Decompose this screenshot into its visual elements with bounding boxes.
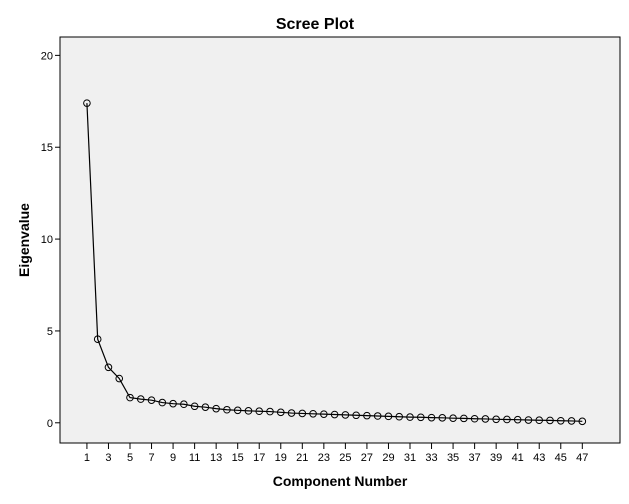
x-tick-label: 27 bbox=[361, 452, 373, 464]
x-axis: 1 3 5 7 9 11 13 15 17 19 21 23 25 27 29 31 33 35 37 39 41 43 4… bbox=[84, 443, 588, 464]
x-tick-label: 3 bbox=[105, 452, 111, 464]
x-tick-label: 37 bbox=[468, 452, 480, 464]
x-axis-label: Component Number bbox=[273, 473, 408, 489]
x-tick-label: 7 bbox=[148, 452, 154, 464]
x-tick-label: 13 bbox=[210, 452, 222, 464]
y-tick-label: 20 bbox=[41, 50, 53, 62]
x-tick-label: 33 bbox=[425, 452, 437, 464]
x-tick-label: 9 bbox=[170, 452, 176, 464]
x-tick-label: 17 bbox=[253, 452, 265, 464]
y-tick-label: 10 bbox=[41, 234, 53, 246]
x-tick-label: 5 bbox=[127, 452, 133, 464]
x-tick-label: 23 bbox=[318, 452, 330, 464]
x-tick-label: 19 bbox=[275, 452, 287, 464]
x-tick-label: 29 bbox=[382, 452, 394, 464]
chart-title: Scree Plot bbox=[276, 16, 355, 33]
x-tick-label: 1 bbox=[84, 452, 90, 464]
y-axis: 0 5 10 15 20 bbox=[41, 50, 60, 430]
plot-area bbox=[59, 36, 621, 444]
scree-plot-chart: Scree Plot 05101520 1 3 5 7 9 11 13 15 17 19 21 23 2… bbox=[16, 16, 621, 489]
x-tick-label: 25 bbox=[339, 452, 351, 464]
y-tick-label: 5 bbox=[47, 326, 53, 338]
x-tick-label: 15 bbox=[232, 452, 244, 464]
x-tick-label: 11 bbox=[189, 452, 200, 464]
x-tick-label: 35 bbox=[447, 452, 459, 464]
x-tick-label: 21 bbox=[296, 452, 308, 464]
x-tick-label: 43 bbox=[533, 452, 545, 464]
x-tick-label: 45 bbox=[555, 452, 567, 464]
y-axis-label: Eigenvalue bbox=[16, 203, 32, 277]
x-tick-label: 31 bbox=[404, 452, 416, 464]
x-tick-label: 39 bbox=[490, 452, 502, 464]
x-tick-label: 47 bbox=[576, 452, 588, 464]
x-tick-label: 41 bbox=[512, 452, 524, 464]
y-tick-label: 15 bbox=[41, 142, 53, 154]
y-tick-label: 0 bbox=[47, 418, 53, 430]
